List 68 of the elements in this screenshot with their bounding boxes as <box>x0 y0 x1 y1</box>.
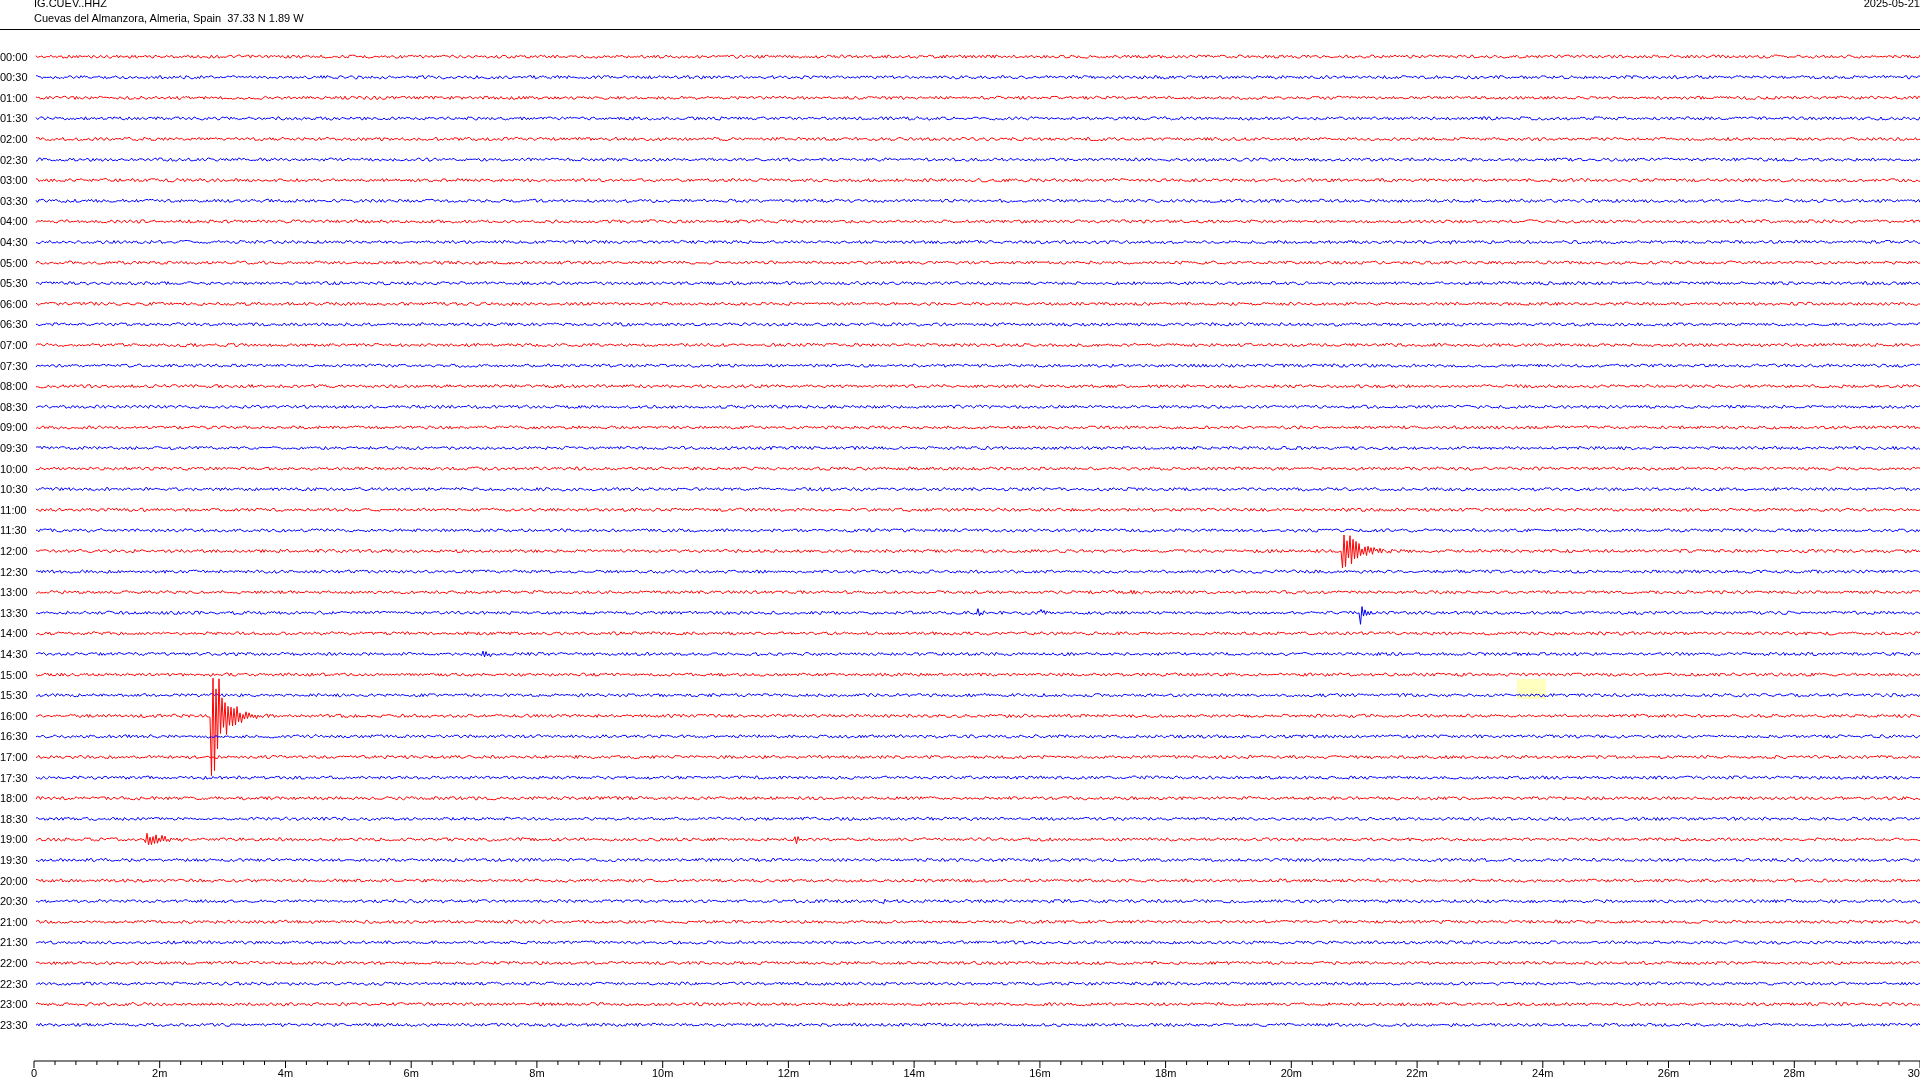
row-time-label: 01:00 <box>0 91 28 104</box>
row-time-label: 10:00 <box>0 462 28 475</box>
axis-tick-label: 20m <box>1280 1067 1303 1079</box>
axis-tick-label: 30 <box>1907 1067 1920 1079</box>
row-time-label: 22:00 <box>0 957 28 969</box>
row-time-label: 08:30 <box>0 400 28 413</box>
row-time-label: 16:00 <box>0 709 28 722</box>
date-label: 2025-05-21 <box>1863 0 1920 9</box>
row-time-label: 09:00 <box>0 421 28 434</box>
row-time-label: 06:30 <box>0 318 28 331</box>
row-time-label: 08:00 <box>0 380 28 393</box>
row-time-label: 05:30 <box>0 277 28 290</box>
row-time-label: 07:30 <box>0 359 28 372</box>
axis-tick-label: 22m <box>1406 1067 1428 1079</box>
row-time-label: 21:30 <box>0 936 28 949</box>
row-time-label: 20:00 <box>0 874 28 887</box>
row-time-label: 03:00 <box>0 174 28 187</box>
row-time-label: 20:30 <box>0 895 28 908</box>
row-time-label: 00:00 <box>0 50 28 63</box>
station-location: Cuevas del Almanzora, Almeria, Spain 37.33 N 1.89 W <box>34 12 304 24</box>
row-time-label: 03:30 <box>0 194 28 207</box>
row-time-label: 09:30 <box>0 442 28 454</box>
row-time-label: 00:30 <box>0 71 28 84</box>
axis-tick-label: 14m <box>903 1067 925 1079</box>
row-time-label: 05:00 <box>0 256 28 269</box>
row-time-label: 02:30 <box>0 153 28 166</box>
axis-tick-label: 6m <box>403 1067 419 1079</box>
row-time-label: 12:30 <box>0 565 28 578</box>
row-time-label: 18:30 <box>0 812 28 825</box>
row-time-label: 21:00 <box>0 915 28 928</box>
row-time-label: 02:00 <box>0 133 28 145</box>
axis-tick-label: 16m <box>1029 1067 1051 1079</box>
row-time-label: 15:00 <box>0 668 28 681</box>
row-time-label: 11:00 <box>0 503 27 516</box>
axis-tick-label: 12m <box>777 1067 800 1079</box>
row-time-label: 01:30 <box>0 112 28 125</box>
highlight-box <box>1517 679 1546 699</box>
axis-tick-label: 24m <box>1532 1067 1554 1079</box>
axis-tick-label: 2m <box>152 1067 168 1079</box>
row-time-label: 22:30 <box>0 977 28 990</box>
axis-tick-label: 0 <box>31 1067 38 1079</box>
row-time-label: 19:30 <box>0 854 28 866</box>
axis-tick-label: 18m <box>1154 1067 1177 1079</box>
row-time-label: 10:30 <box>0 483 28 496</box>
row-time-label: 04:30 <box>0 236 28 248</box>
row-time-label: 06:00 <box>0 297 28 310</box>
axis-tick-label: 10m <box>651 1067 674 1079</box>
row-time-label: 18:00 <box>0 792 28 805</box>
axis-tick-label: 8m <box>529 1067 545 1079</box>
row-time-label: 12:00 <box>0 545 28 557</box>
row-time-label: 17:30 <box>0 771 28 784</box>
axis-tick-label: 4m <box>277 1067 294 1079</box>
row-time-label: 07:00 <box>0 339 28 351</box>
row-time-label: 13:00 <box>0 586 28 599</box>
row-time-label: 17:00 <box>0 751 28 763</box>
axis-tick-label: 26m <box>1657 1067 1680 1079</box>
row-time-label: 23:30 <box>0 1018 28 1031</box>
axis-tick-label: 28m <box>1783 1067 1805 1079</box>
row-time-label: 11:30 <box>0 524 27 537</box>
row-time-label: 16:30 <box>0 730 28 743</box>
row-time-label: 04:00 <box>0 215 28 228</box>
row-time-label: 14:30 <box>0 648 28 660</box>
row-time-label: 23:00 <box>0 998 28 1011</box>
row-time-label: 13:30 <box>0 606 28 619</box>
row-time-label: 19:00 <box>0 833 28 846</box>
row-time-label: 15:30 <box>0 689 28 702</box>
row-time-label: 14:00 <box>0 627 28 640</box>
station-code: IG.CUEV..HHZ <box>34 0 107 9</box>
